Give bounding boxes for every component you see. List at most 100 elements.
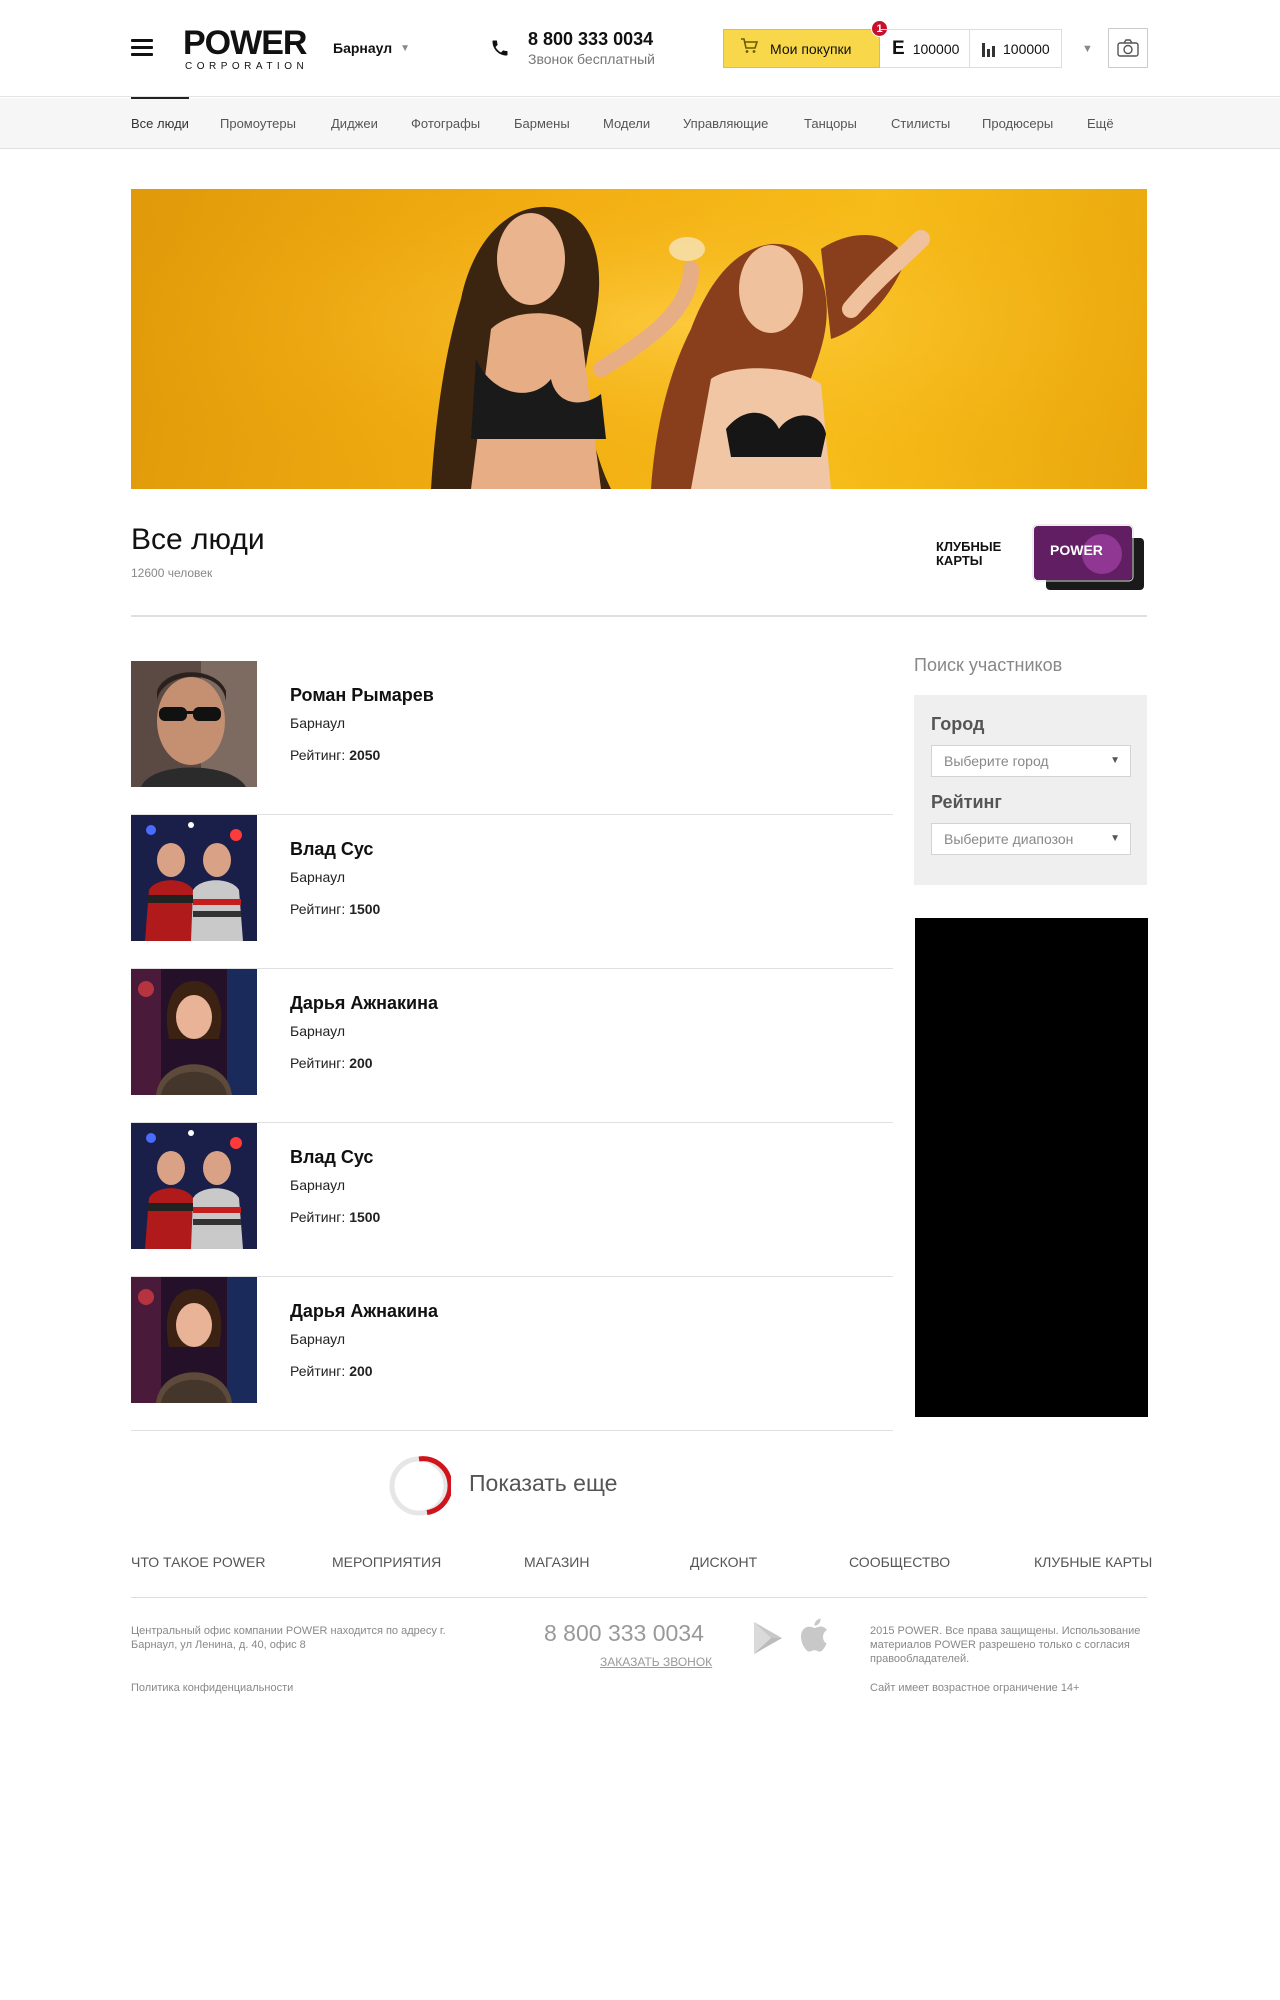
people-count: 12600 человек	[131, 566, 213, 580]
person-name[interactable]: Дарья Ажнакина	[290, 993, 438, 1014]
list-item: Влад Сус Барнаул Рейтинг: 1500	[131, 1123, 893, 1277]
my-purchases-button[interactable]: Мои покупки	[723, 29, 880, 68]
avatar[interactable]	[131, 1277, 257, 1403]
rating-select[interactable]: Выберите диапозон ▼	[931, 823, 1131, 855]
person-rating: Рейтинг: 1500	[290, 901, 380, 917]
footer-phone[interactable]: 8 800 333 0034	[544, 1620, 704, 1647]
rating-value: 200	[349, 1055, 373, 1071]
footer-link-shop[interactable]: МАГАЗИН	[524, 1554, 589, 1570]
nav-item-bartenders[interactable]: Бармены	[514, 98, 570, 149]
filter-panel: Город Выберите город ▼ Рейтинг Выберите …	[914, 695, 1147, 885]
age-restriction: Сайт имеет возрастное ограничение 14+	[870, 1682, 1080, 1694]
header-phone[interactable]: 8 800 333 0034 Звонок бесплатный	[528, 29, 655, 67]
office-address: Центральный офис компании POWER находитс…	[131, 1625, 446, 1651]
footer-divider	[131, 1597, 1147, 1598]
person-city: Барнаул	[290, 869, 345, 885]
show-more-label: Показать еще	[469, 1470, 618, 1496]
nav-item-more[interactable]: Ещё	[1087, 98, 1114, 149]
club-cards-label[interactable]: КЛУБНЫЕ КАРТЫ	[936, 540, 1016, 568]
apple-icon[interactable]	[798, 1616, 834, 1656]
person-name[interactable]: Дарья Ажнакина	[290, 1301, 438, 1322]
chevron-down-icon: ▼	[1110, 755, 1120, 766]
camera-button[interactable]	[1108, 28, 1148, 68]
nav-item-promoters[interactable]: Промоутеры	[220, 98, 296, 149]
loading-spinner-icon	[389, 1456, 453, 1516]
rating-filter-label: Рейтинг	[931, 792, 1002, 812]
points-value: 100000	[912, 40, 960, 57]
rating-label: Рейтинг:	[290, 747, 346, 763]
chevron-down-icon: ▼	[1110, 833, 1120, 844]
rating-label: Рейтинг:	[290, 1363, 346, 1379]
footer-link-what-is-power[interactable]: ЧТО ТАКОЕ POWER	[131, 1554, 265, 1570]
person-city: Барнаул	[290, 715, 345, 731]
city-select-placeholder: Выберите город	[944, 753, 1049, 769]
avatar[interactable]	[131, 1123, 257, 1249]
nav-item-djs[interactable]: Диджеи	[331, 98, 378, 149]
rating-value: 200	[349, 1363, 373, 1379]
hero-banner	[131, 189, 1147, 489]
rating-label: Рейтинг:	[290, 1209, 346, 1225]
ad-banner[interactable]	[915, 918, 1148, 1417]
city-select[interactable]: Выберите город ▼	[931, 745, 1131, 777]
points-counter[interactable]: E 100000	[880, 29, 970, 68]
rating-value: 2050	[349, 747, 381, 763]
privacy-policy-link[interactable]: Политика конфиденциальности	[131, 1682, 293, 1694]
camera-icon	[1117, 39, 1139, 57]
nav-item-dancers[interactable]: Танцоры	[804, 98, 857, 149]
google-play-icon[interactable]	[751, 1620, 785, 1656]
person-city: Барнаул	[290, 1177, 345, 1193]
card-logo-text: POWER	[1050, 542, 1103, 558]
nav-item-producers[interactable]: Продюсеры	[982, 98, 1053, 149]
city-label: Барнаул	[333, 40, 393, 56]
divider	[131, 615, 1147, 617]
footer-link-community[interactable]: СООБЩЕСТВО	[849, 1554, 950, 1570]
nav-item-all[interactable]: Все люди	[131, 97, 189, 149]
my-purchases-label: Мои покупки	[770, 40, 852, 57]
person-name[interactable]: Роман Рымарев	[290, 685, 434, 706]
rating-value: 100000	[1003, 40, 1050, 57]
rating-value: 1500	[349, 1209, 381, 1225]
category-nav: Все люди Промоутеры Диджеи Фотографы Бар…	[0, 97, 1280, 149]
club-cards-image[interactable]: POWER	[1032, 524, 1146, 592]
person-rating: Рейтинг: 200	[290, 1055, 373, 1071]
person-name[interactable]: Влад Сус	[290, 1147, 373, 1168]
phone-number[interactable]: 8 800 333 0034	[528, 29, 655, 50]
rating-counter[interactable]: 100000	[970, 29, 1062, 68]
copyright: 2015 POWER. Все права защищены. Использо…	[870, 1625, 1141, 1665]
page-title: Все люди	[131, 523, 265, 556]
points-icon: E	[892, 37, 905, 59]
list-item: Дарья Ажнакина Барнаул Рейтинг: 200	[131, 969, 893, 1123]
logo[interactable]: POWER CORPORATION	[183, 26, 308, 72]
person-rating: Рейтинг: 2050	[290, 747, 380, 763]
avatar[interactable]	[131, 661, 257, 787]
city-filter-label: Город	[931, 714, 985, 734]
avatar[interactable]	[131, 969, 257, 1095]
person-rating: Рейтинг: 200	[290, 1363, 373, 1379]
request-callback-link[interactable]: ЗАКАЗАТЬ ЗВОНОК	[600, 1655, 712, 1669]
footer-link-club-cards[interactable]: КЛУБНЫЕ КАРТЫ	[1034, 1554, 1152, 1570]
nav-item-photographers[interactable]: Фотографы	[411, 98, 480, 149]
footer-link-discount[interactable]: ДИСКОНТ	[690, 1554, 757, 1570]
search-title: Поиск участников	[914, 655, 1063, 675]
avatar[interactable]	[131, 815, 257, 941]
show-more-button[interactable]: Показать еще	[387, 1454, 657, 1518]
list-item: Влад Сус Барнаул Рейтинг: 1500	[131, 815, 893, 969]
bar-chart-icon	[982, 41, 995, 57]
footer-link-events[interactable]: МЕРОПРИЯТИЯ	[332, 1554, 441, 1570]
logo-text: POWER	[183, 24, 307, 62]
nav-item-stylists[interactable]: Стилисты	[891, 98, 950, 149]
list-item: Роман Рымарев Барнаул Рейтинг: 2050	[131, 661, 893, 815]
menu-icon[interactable]	[131, 39, 153, 57]
logo-subtext: CORPORATION	[185, 61, 309, 72]
person-name[interactable]: Влад Сус	[290, 839, 373, 860]
nav-item-managers[interactable]: Управляющие	[683, 98, 768, 149]
list-item: Дарья Ажнакина Барнаул Рейтинг: 200	[131, 1277, 893, 1431]
rating-value: 1500	[349, 901, 381, 917]
nav-item-models[interactable]: Модели	[603, 98, 650, 149]
chevron-down-icon[interactable]: ▼	[1082, 43, 1093, 55]
chevron-down-icon: ▼	[400, 43, 411, 54]
header: POWER CORPORATION Барнаул ▼ 8 800 333 003…	[0, 0, 1280, 97]
person-city: Барнаул	[290, 1331, 345, 1347]
city-selector[interactable]: Барнаул ▼	[333, 40, 410, 56]
cart-icon	[740, 38, 759, 59]
